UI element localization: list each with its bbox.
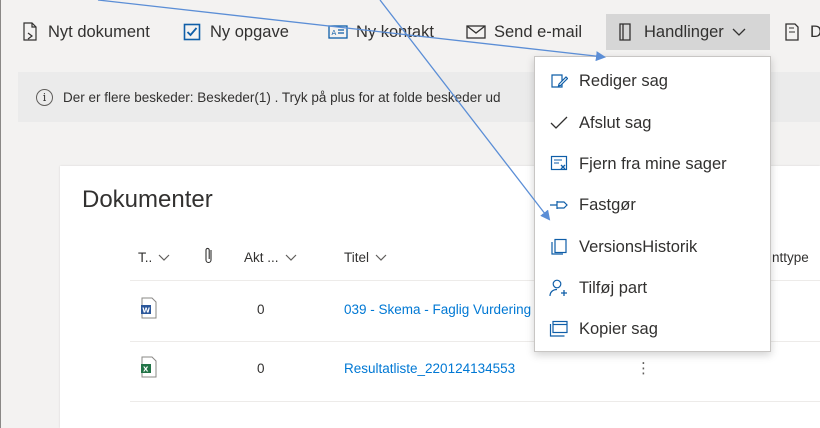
send-email-button[interactable]: Send e-mail xyxy=(466,14,582,50)
column-header-attachment[interactable] xyxy=(204,246,214,269)
menu-item-label: Rediger sag xyxy=(579,71,668,90)
excel-file-icon: X xyxy=(140,356,158,378)
row-akt: 0 xyxy=(257,302,265,317)
menu-item-afslut-sag[interactable]: Afslut sag xyxy=(535,103,770,143)
send-email-label: Send e-mail xyxy=(494,22,583,41)
word-file-icon: W xyxy=(140,297,158,319)
actions-dropdown-button[interactable]: Handlinger xyxy=(606,14,770,50)
copy-case-icon xyxy=(549,319,569,339)
menu-item-label: Afslut sag xyxy=(579,113,652,132)
menu-item-versionshistorik[interactable]: VersionsHistorik xyxy=(535,227,770,267)
column-header-type[interactable]: T.. xyxy=(138,250,170,265)
svg-text:A: A xyxy=(332,29,337,37)
column-header-titel[interactable]: Titel xyxy=(344,250,387,265)
actions-label: Handlinger xyxy=(644,22,724,41)
chevron-down-icon xyxy=(285,254,297,262)
remove-case-icon xyxy=(549,154,569,174)
add-person-icon xyxy=(549,278,569,298)
new-document-button[interactable]: Nyt dokument xyxy=(20,14,150,50)
actions-menu: Rediger sag Afslut sag Fjern fra mine sa… xyxy=(534,56,771,352)
row-divider xyxy=(130,401,820,402)
row-title-link[interactable]: 039 - Skema - Faglig Vurdering xyxy=(344,302,531,317)
menu-item-label: Tilføj part xyxy=(579,278,648,297)
chevron-down-icon xyxy=(732,27,746,37)
menu-item-label: Fastgør xyxy=(579,195,636,214)
menu-item-fastgor[interactable]: Fastgør xyxy=(535,185,770,225)
document-label: D xyxy=(810,22,820,41)
documents-title: Dokumenter xyxy=(82,186,213,213)
document-icon xyxy=(782,22,802,42)
menu-item-label: VersionsHistorik xyxy=(579,237,698,256)
menu-item-rediger-sag[interactable]: Rediger sag xyxy=(535,61,770,101)
svg-text:W: W xyxy=(142,306,150,314)
checkmark-icon xyxy=(549,113,569,133)
message-text: Der er flere beskeder: Beskeder(1) . Try… xyxy=(63,89,501,105)
checkbox-icon xyxy=(182,22,202,42)
actions-book-icon xyxy=(616,22,636,42)
new-contact-button[interactable]: A Ny kontakt xyxy=(328,14,434,50)
mail-icon xyxy=(466,22,486,42)
row-akt: 0 xyxy=(257,361,265,376)
menu-item-tilfoj-part[interactable]: Tilføj part xyxy=(535,268,770,308)
new-document-icon xyxy=(20,22,40,42)
row-title-link[interactable]: Resultatliste_220124134553 xyxy=(344,361,515,376)
attachment-icon xyxy=(204,246,214,269)
version-history-icon xyxy=(549,237,569,257)
command-bar: Nyt dokument Ny opgave A Ny kontakt Send… xyxy=(0,0,820,64)
menu-item-kopier-sag[interactable]: Kopier sag xyxy=(535,309,770,349)
new-task-label: Ny opgave xyxy=(210,22,289,41)
chevron-down-icon xyxy=(375,254,387,262)
menu-item-label: Kopier sag xyxy=(579,319,658,338)
edit-icon xyxy=(549,71,569,91)
more-options-icon[interactable]: ⋮ xyxy=(636,359,651,377)
menu-item-fjern-fra-mine-sager[interactable]: Fjern fra mine sager xyxy=(535,144,770,184)
svg-text:X: X xyxy=(143,365,149,373)
chevron-down-icon xyxy=(158,254,170,262)
new-document-label: Nyt dokument xyxy=(48,22,150,41)
column-header-akt[interactable]: Akt ... xyxy=(244,250,297,265)
menu-item-label: Fjern fra mine sager xyxy=(579,154,727,173)
new-contact-label: Ny kontakt xyxy=(356,22,434,41)
pin-icon xyxy=(549,195,569,215)
contact-card-icon: A xyxy=(328,22,348,42)
column-header-doctype[interactable]: nttype xyxy=(772,250,809,265)
info-icon: i xyxy=(36,88,53,106)
new-task-button[interactable]: Ny opgave xyxy=(182,14,289,50)
document-button[interactable]: D xyxy=(782,14,820,50)
